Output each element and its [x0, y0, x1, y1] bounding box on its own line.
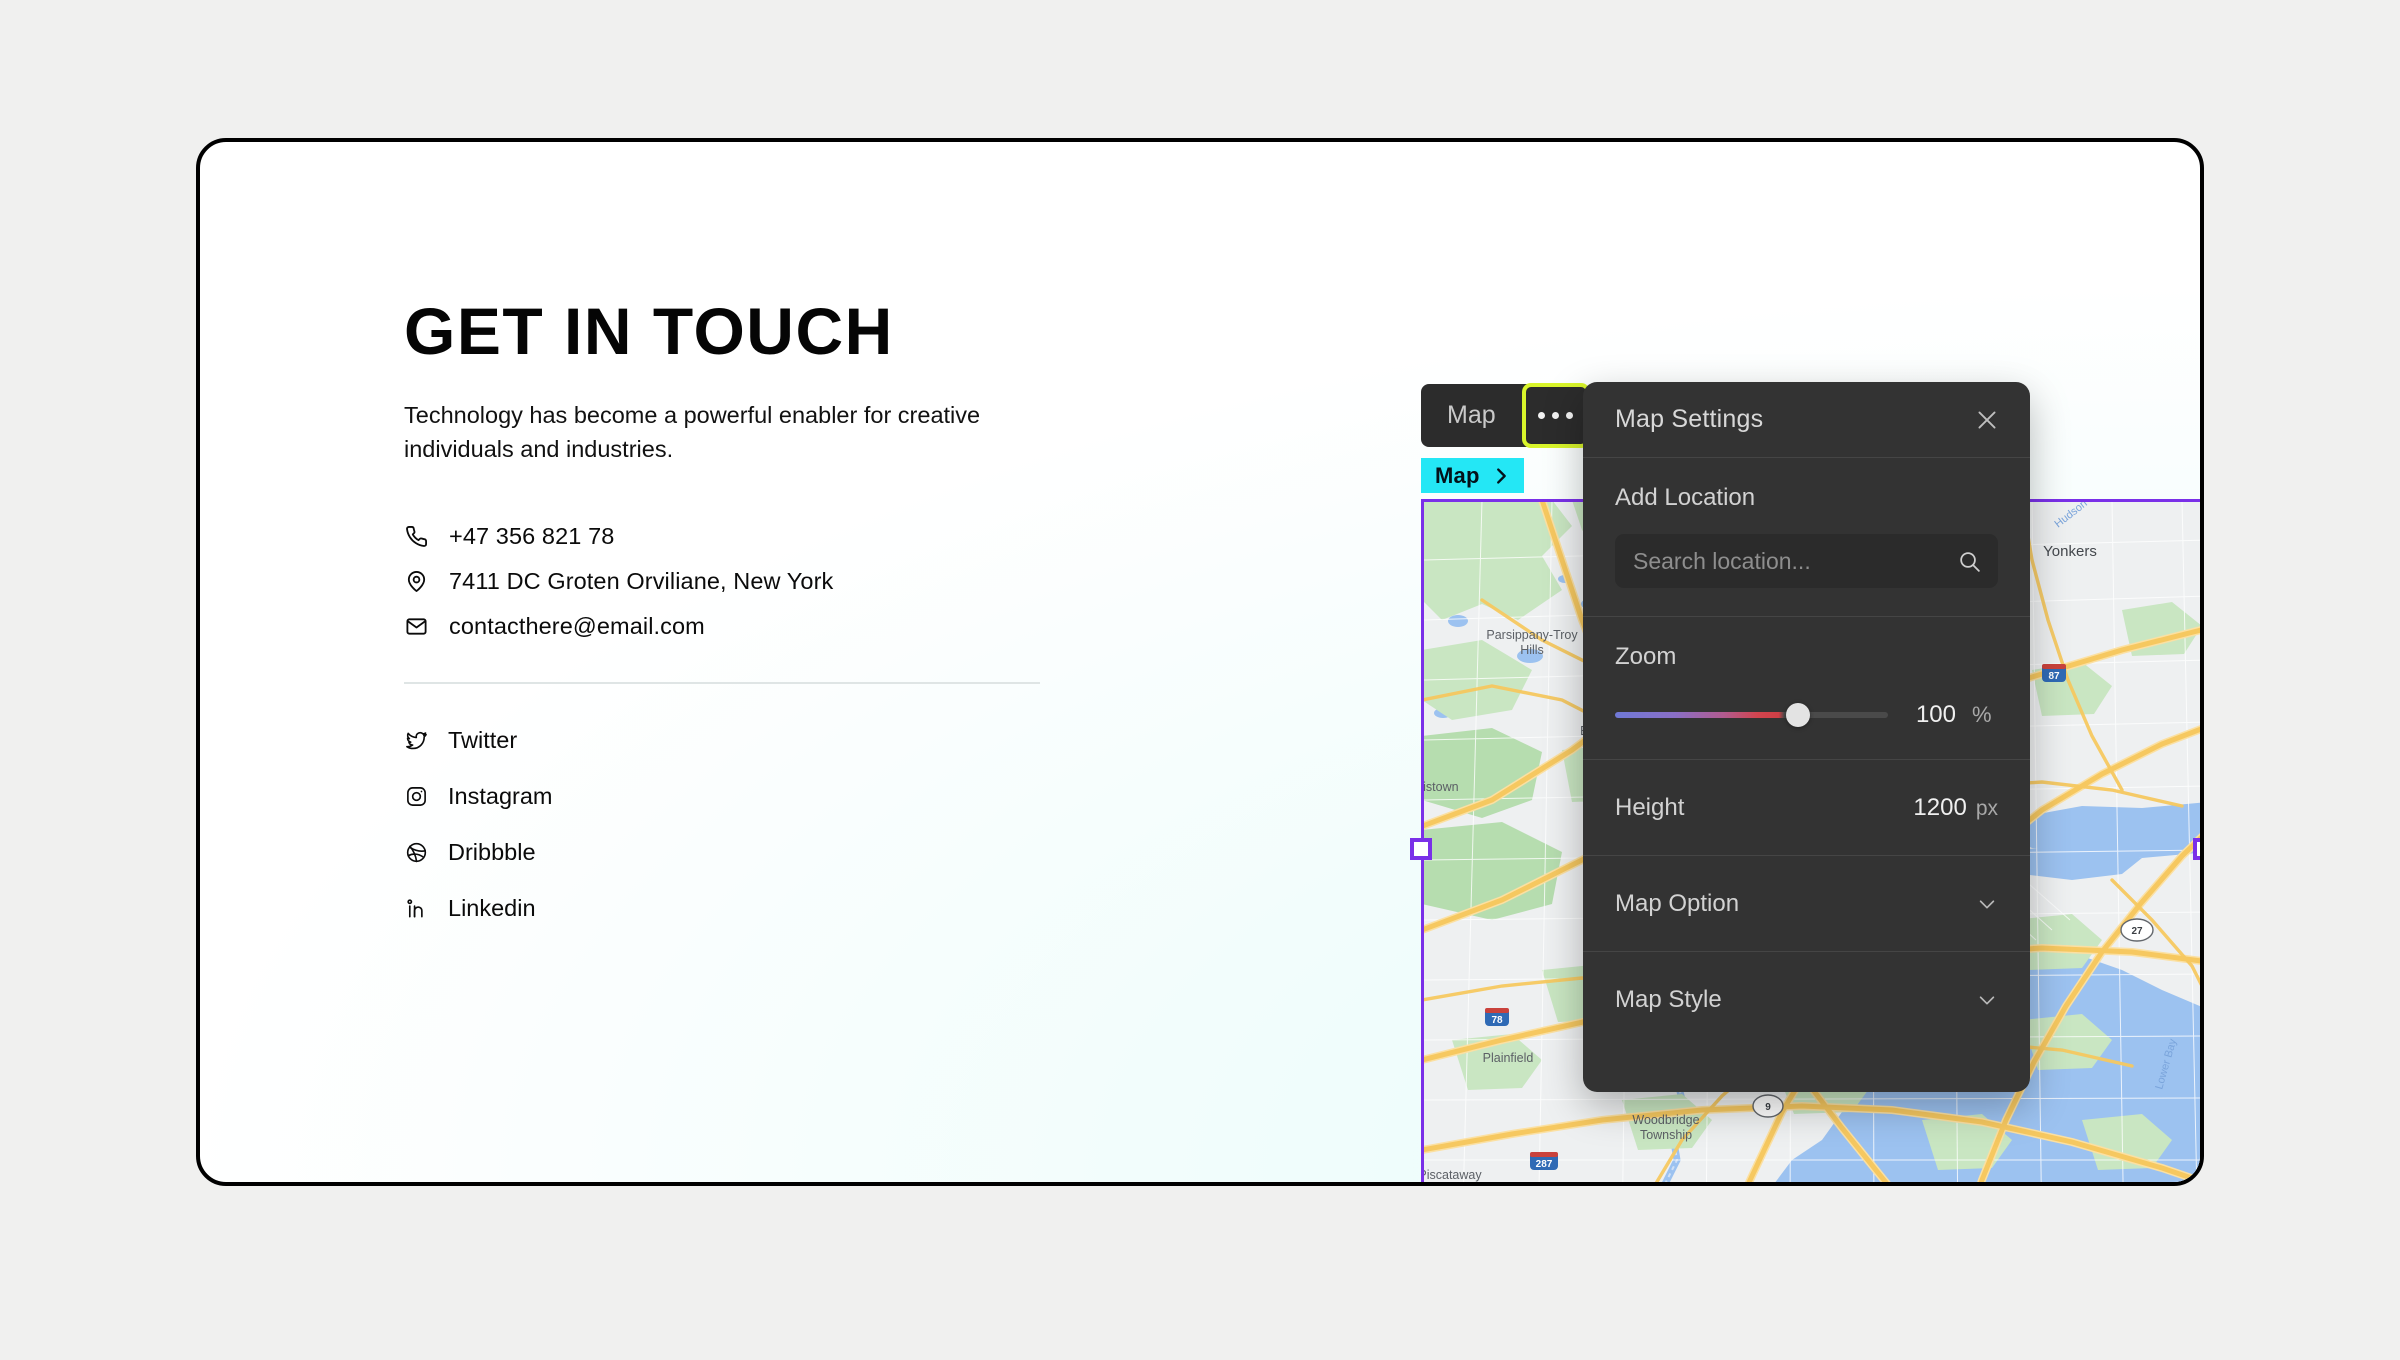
phone-number: +47 356 821 78 [449, 522, 615, 549]
contact-section: GET IN TOUCH Technology has become a pow… [404, 294, 1164, 936]
section-divider [404, 682, 1040, 685]
chevron-down-icon[interactable] [1976, 989, 1998, 1011]
social-links-list: Twitter Instagram Dribbble Linkedin [404, 712, 1164, 936]
accordion-label: Map Style [1615, 986, 1722, 1013]
street-address: 7411 DC Groten Orviliane, New York [449, 567, 834, 594]
zoom-label: Zoom [1615, 643, 1677, 670]
zoom-slider-thumb[interactable] [1785, 703, 1810, 727]
social-label: Twitter [448, 726, 518, 753]
toolbar-element-name[interactable]: Map [1421, 384, 1522, 447]
svg-text:Hills: Hills [1520, 643, 1544, 657]
contact-row-email[interactable]: contacthere@email.com [404, 604, 1164, 648]
location-pin-icon [404, 569, 428, 593]
search-location-input[interactable] [1633, 547, 1947, 575]
accordion-map-option[interactable]: Map Option [1583, 856, 2030, 952]
svg-text:27: 27 [2131, 926, 2143, 937]
screen-root: GET IN TOUCH Technology has become a pow… [0, 0, 2400, 1360]
svg-text:Plainfield: Plainfield [1483, 1051, 1534, 1065]
element-label-badge[interactable]: Map [1421, 458, 1524, 493]
social-label: Dribbble [448, 838, 536, 865]
page-title: GET IN TOUCH [404, 294, 894, 368]
section-zoom: Zoom 100 % [1583, 617, 2030, 760]
social-link-linkedin[interactable]: Linkedin [404, 880, 1164, 936]
contact-row-address[interactable]: 7411 DC Groten Orviliane, New York [404, 559, 1164, 603]
instagram-icon [404, 784, 428, 808]
svg-text:287: 287 [1536, 1159, 1553, 1170]
contact-row-phone[interactable]: +47 356 821 78 [404, 514, 1164, 558]
svg-text:Woodbridge: Woodbridge [1632, 1113, 1699, 1127]
social-link-dribbble[interactable]: Dribbble [404, 824, 1164, 880]
section-height: Height 1200 px [1583, 760, 2030, 856]
svg-text:Yonkers: Yonkers [2043, 543, 2097, 560]
linkedin-icon [404, 896, 428, 920]
svg-text:Morristown: Morristown [1422, 780, 1459, 794]
element-toolbar: Map [1421, 383, 1590, 448]
toolbar-more-options-button[interactable] [1521, 383, 1590, 448]
resize-handle-right[interactable] [2193, 838, 2200, 860]
svg-text:Piscataway: Piscataway [1422, 1168, 1482, 1182]
svg-text:9: 9 [1765, 1102, 1771, 1113]
height-value-group[interactable]: 1200 px [1913, 794, 1998, 822]
height-unit: px [1975, 796, 1998, 820]
social-label: Instagram [448, 782, 553, 809]
svg-text:78: 78 [1491, 1015, 1503, 1026]
ellipsis-icon [1538, 412, 1574, 419]
search-icon[interactable] [1957, 549, 1982, 574]
panel-header: Map Settings [1583, 382, 2030, 458]
panel-title: Map Settings [1615, 405, 1764, 433]
social-label: Linkedin [448, 894, 536, 921]
accordion-label: Map Option [1615, 889, 1740, 917]
envelope-icon [404, 614, 428, 638]
twitter-icon [404, 728, 428, 752]
chevron-right-icon [1490, 465, 1512, 487]
close-icon[interactable] [1966, 399, 2008, 441]
zoom-slider-track [1615, 712, 1888, 718]
phone-icon [404, 524, 428, 548]
intro-paragraph: Technology has become a powerful enabler… [404, 402, 981, 463]
email-address: contacthere@email.com [449, 612, 705, 639]
chevron-down-icon[interactable] [1976, 893, 1998, 915]
design-canvas-card: GET IN TOUCH Technology has become a pow… [196, 138, 2204, 1186]
resize-handle-left[interactable] [1410, 838, 1432, 860]
svg-text:87: 87 [2048, 671, 2060, 682]
add-location-label: Add Location [1615, 484, 1756, 511]
element-label-text: Map [1435, 462, 1480, 488]
zoom-unit: % [1972, 702, 1992, 727]
dribbble-icon [404, 840, 428, 864]
zoom-slider[interactable] [1615, 703, 1888, 727]
section-add-location: Add Location [1583, 458, 2030, 617]
height-value[interactable]: 1200 [1913, 794, 1966, 822]
search-location-field[interactable] [1615, 534, 1998, 588]
contact-details-list: +47 356 821 78 7411 DC Groten Orviliane,… [404, 514, 1164, 648]
height-label: Height [1615, 793, 1685, 821]
zoom-control: 100 % [1615, 701, 1998, 729]
accordion-map-style[interactable]: Map Style [1583, 952, 2030, 1048]
svg-text:Township: Township [1640, 1128, 1692, 1142]
zoom-value[interactable]: 100 [1904, 701, 1956, 729]
social-link-instagram[interactable]: Instagram [404, 768, 1164, 824]
map-settings-panel: Map Settings Add Location Search locatio… [1583, 382, 2030, 1092]
social-link-twitter[interactable]: Twitter [404, 712, 1164, 768]
svg-text:Parsippany-Troy: Parsippany-Troy [1486, 628, 1578, 642]
